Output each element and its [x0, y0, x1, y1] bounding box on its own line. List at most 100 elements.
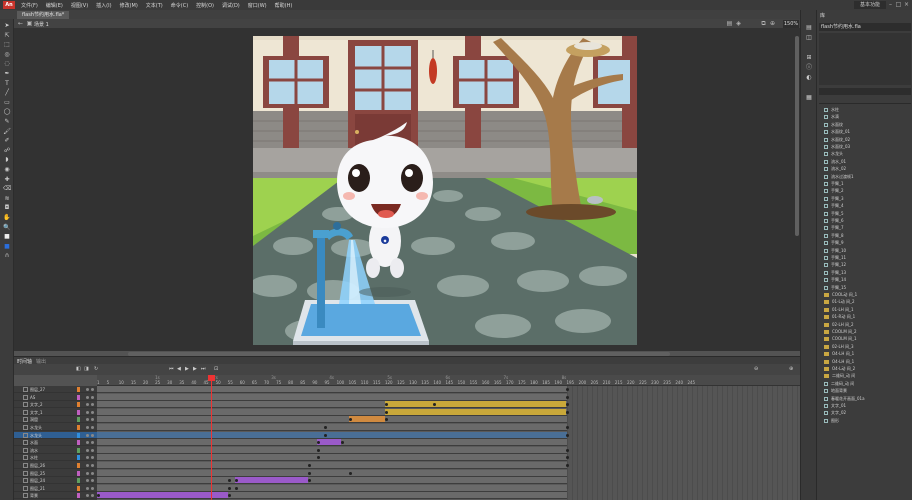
- frame-row[interactable]: [97, 393, 570, 401]
- keyframe[interactable]: [324, 426, 328, 429]
- layer-name[interactable]: 水龙头: [30, 432, 42, 439]
- lock-icon[interactable]: [91, 448, 94, 452]
- visibility-icon[interactable]: [86, 486, 89, 490]
- lock-icon[interactable]: [91, 464, 94, 467]
- lock-icon[interactable]: [91, 471, 94, 475]
- library-item[interactable]: 手臂_3: [824, 195, 844, 202]
- layer-row[interactable]: 背景: [14, 492, 97, 500]
- library-item[interactable]: 流水_02: [824, 165, 846, 172]
- menu-edit[interactable]: 编辑(E): [42, 2, 67, 9]
- stage-vertical-scrollbar[interactable]: [795, 36, 799, 236]
- frame-row[interactable]: [97, 462, 570, 469]
- visibility-icon[interactable]: [86, 403, 89, 407]
- frame-row[interactable]: [97, 469, 567, 477]
- menu-window[interactable]: 窗口(W): [244, 2, 271, 9]
- brush-icon[interactable]: 🖌: [3, 128, 11, 136]
- color-icon[interactable]: ◐: [805, 74, 813, 82]
- menu-text[interactable]: 文本(T): [142, 2, 167, 9]
- layer-name[interactable]: 图层_24: [30, 477, 45, 484]
- rectangle-icon[interactable]: ▭: [3, 99, 11, 107]
- library-item[interactable]: 水柱: [824, 106, 839, 113]
- keyframe[interactable]: [307, 464, 311, 467]
- keyframe[interactable]: [384, 418, 388, 422]
- frame-row[interactable]: [97, 416, 567, 424]
- layer-row[interactable]: 图层_24: [14, 477, 97, 485]
- layer-color-swatch[interactable]: [77, 493, 80, 499]
- center-stage-icon[interactable]: ⊕: [769, 20, 776, 27]
- frame-row[interactable]: [97, 446, 570, 454]
- lock-icon[interactable]: [91, 426, 94, 429]
- layer-color-swatch[interactable]: [77, 417, 80, 423]
- library-item[interactable]: 02-LH 间_2: [824, 321, 854, 328]
- library-item[interactable]: 地面背景: [824, 387, 847, 394]
- library-item[interactable]: 手臂_11: [824, 254, 846, 261]
- library-item[interactable]: 水面纹_03: [824, 143, 850, 150]
- library-item[interactable]: 01-R动 间_1: [824, 313, 855, 320]
- lock-icon[interactable]: [91, 479, 94, 483]
- layer-name[interactable]: AS: [30, 394, 35, 401]
- library-item[interactable]: 手臂_13: [824, 269, 846, 276]
- scene-label[interactable]: 场景 1: [34, 21, 49, 28]
- center-frame-icon[interactable]: ⊡: [214, 366, 218, 372]
- layer-row[interactable]: 图层_27: [14, 386, 97, 393]
- text-icon[interactable]: T: [3, 80, 11, 88]
- library-item[interactable]: 02-LH 间_3: [824, 343, 854, 350]
- camera-icon[interactable]: ◘: [3, 204, 11, 212]
- lock-icon[interactable]: [91, 403, 94, 407]
- width-tool-icon[interactable]: ≋: [3, 195, 11, 203]
- lock-icon[interactable]: [91, 433, 94, 437]
- frame-row[interactable]: [97, 386, 570, 393]
- library-item[interactable]: 文字_01: [824, 402, 846, 409]
- menu-file[interactable]: 文件(F): [17, 2, 42, 9]
- keyframe[interactable]: [227, 494, 231, 498]
- zoom-timeline-in-icon[interactable]: ⊕: [789, 366, 793, 372]
- frame-row[interactable]: [97, 484, 567, 492]
- library-item[interactable]: 手臂_2: [824, 187, 844, 194]
- library-item[interactable]: 手臂_12: [824, 261, 846, 268]
- library-item[interactable]: 手臂_5: [824, 210, 844, 217]
- visibility-icon[interactable]: [86, 388, 89, 391]
- lock-icon[interactable]: [91, 441, 94, 445]
- paint-bucket-icon[interactable]: ◗: [3, 156, 11, 164]
- library-document-select[interactable]: flash节约用水.fla: [819, 23, 911, 31]
- menu-view[interactable]: 视图(V): [67, 2, 92, 9]
- layer-row[interactable]: 文字_2: [14, 401, 97, 409]
- lock-icon[interactable]: [91, 456, 94, 460]
- library-item[interactable]: 手臂_14: [824, 276, 846, 283]
- layer-color-swatch[interactable]: [77, 455, 80, 461]
- layer-name[interactable]: 水面: [30, 439, 38, 446]
- frame-grid[interactable]: [97, 386, 800, 500]
- visibility-icon[interactable]: [86, 426, 89, 429]
- selection-tool-icon[interactable]: ➤: [3, 22, 11, 30]
- subselection-tool-icon[interactable]: ⇱: [3, 32, 11, 40]
- frame-row[interactable]: [97, 439, 567, 447]
- layer-name[interactable]: 文字_1: [30, 409, 43, 416]
- layer-row[interactable]: 水龙头: [14, 431, 97, 439]
- library-item[interactable]: 文字_02: [824, 409, 846, 416]
- workspace-switcher[interactable]: 基本功能: [853, 1, 886, 9]
- library-item[interactable]: 水面纹_01: [824, 128, 850, 135]
- menu-debug[interactable]: 调试(D): [218, 2, 244, 9]
- library-search-input[interactable]: [819, 88, 911, 95]
- library-item[interactable]: 水龙头: [824, 150, 843, 157]
- tween-span[interactable]: [317, 439, 342, 446]
- layer-row[interactable]: 文字_1: [14, 409, 97, 416]
- layer-color-swatch[interactable]: [77, 478, 80, 484]
- library-item[interactable]: 水滴: [824, 113, 839, 120]
- layer-color-swatch[interactable]: [77, 440, 80, 446]
- layer-color-swatch[interactable]: [77, 447, 80, 453]
- library-item[interactable]: 二维码_动 间: [824, 372, 855, 379]
- hand-icon[interactable]: ✋: [3, 214, 11, 222]
- library-icon[interactable]: ◫: [805, 34, 813, 42]
- bone-icon[interactable]: ☍: [3, 147, 11, 155]
- menu-help[interactable]: 帮助(H): [271, 2, 297, 9]
- library-item[interactable]: COOLM 间_2: [824, 328, 857, 335]
- layer-color-swatch[interactable]: [77, 394, 80, 400]
- ink-bottle-icon[interactable]: ◉: [3, 166, 11, 174]
- frame-row[interactable]: [97, 454, 570, 462]
- maximize-icon[interactable]: □: [895, 1, 902, 8]
- menu-modify[interactable]: 修改(M): [116, 2, 142, 9]
- lock-icon[interactable]: [91, 395, 94, 399]
- back-arrow-icon[interactable]: ←: [17, 20, 24, 27]
- visibility-icon[interactable]: [86, 395, 89, 399]
